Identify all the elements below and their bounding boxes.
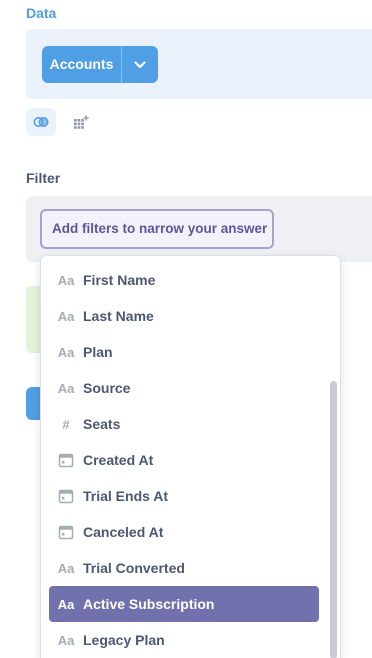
data-source-picker[interactable]: Accounts [42, 46, 158, 83]
text-type-icon: Aa [57, 272, 75, 288]
text-type-icon: Aa [57, 596, 75, 612]
filter-step-box: Add filters to narrow your answer [26, 196, 372, 262]
calendar-icon [57, 523, 75, 541]
list-item-label: Active Subscription [83, 596, 215, 612]
text-type-icon: Aa [57, 560, 75, 576]
data-section-title: Data [26, 5, 57, 21]
filter-column-popover: Aa First Name Aa Last Name Aa Plan Aa So… [40, 255, 341, 658]
list-item-label: Trial Converted [83, 560, 185, 576]
popover-scrollbar[interactable] [330, 381, 337, 658]
list-item-trial-ends-at[interactable]: Trial Ends At [49, 478, 319, 514]
list-item-label: Source [83, 380, 131, 396]
list-item-source[interactable]: Aa Source [49, 370, 319, 406]
list-item-last-name[interactable]: Aa Last Name [49, 298, 319, 334]
list-item-trial-converted[interactable]: Aa Trial Converted [49, 550, 319, 586]
data-source-dropdown-toggle[interactable] [122, 46, 158, 83]
add-column-icon [74, 115, 89, 129]
text-type-icon: Aa [57, 632, 75, 648]
list-item-first-name[interactable]: Aa First Name [49, 262, 319, 298]
text-type-icon: Aa [57, 380, 75, 396]
list-item-label: Legacy Plan [83, 632, 165, 648]
list-item-label: Canceled At [83, 524, 164, 540]
list-item-canceled-at[interactable]: Canceled At [49, 514, 319, 550]
list-item-created-at[interactable]: Created At [49, 442, 319, 478]
list-item-label: Last Name [83, 308, 154, 324]
list-item-legacy-plan[interactable]: Aa Legacy Plan [49, 622, 319, 658]
list-item-plan[interactable]: Aa Plan [49, 334, 319, 370]
data-step-box: Accounts [26, 29, 372, 99]
filter-section-title: Filter [26, 170, 61, 186]
join-data-button[interactable] [26, 108, 56, 136]
text-type-icon: Aa [57, 344, 75, 360]
data-source-button[interactable]: Accounts [42, 46, 122, 83]
custom-column-button[interactable] [66, 108, 96, 136]
list-item-label: Seats [83, 416, 121, 432]
list-item-active-subscription[interactable]: Aa Active Subscription [49, 586, 319, 622]
data-tool-icons [26, 108, 96, 136]
list-item-label: First Name [83, 272, 156, 288]
join-icon [33, 117, 49, 127]
list-item-label: Plan [83, 344, 113, 360]
calendar-icon [57, 451, 75, 469]
number-type-icon: # [62, 416, 70, 432]
chevron-down-icon [134, 60, 146, 68]
list-item-seats[interactable]: # Seats [49, 406, 319, 442]
list-item-label: Trial Ends At [83, 488, 169, 504]
add-filter-button[interactable]: Add filters to narrow your answer [40, 209, 274, 249]
column-list: Aa First Name Aa Last Name Aa Plan Aa So… [49, 262, 319, 658]
list-item-label: Created At [83, 452, 154, 468]
text-type-icon: Aa [57, 308, 75, 324]
calendar-icon [57, 487, 75, 505]
